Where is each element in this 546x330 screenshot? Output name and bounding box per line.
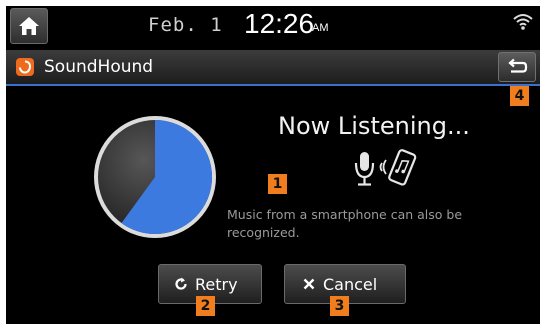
status-ampm: AM (312, 22, 329, 34)
callout-badge-3: 3 (330, 296, 349, 316)
app-name: SoundHound (44, 57, 154, 77)
soundhound-logo-icon (16, 58, 34, 76)
home-icon (19, 17, 39, 35)
listening-title: Now Listening... (278, 112, 470, 140)
sound-waves-icon (379, 159, 387, 175)
cancel-label: Cancel (323, 275, 378, 294)
home-button[interactable] (10, 8, 48, 44)
callout-badge-1: 1 (268, 174, 287, 194)
retry-icon (175, 277, 187, 290)
app-title-bar: SoundHound (6, 50, 540, 86)
listening-info-text: Music from a smartphone can also be reco… (227, 207, 463, 240)
status-date: Feb. 1 (148, 14, 223, 36)
back-button[interactable] (498, 52, 536, 82)
listening-progress-pie (94, 116, 216, 238)
callout-badge-2: 2 (196, 296, 215, 316)
status-bar: Feb. 1 12:26 AM (6, 6, 540, 50)
smartphone-icon (388, 149, 417, 186)
retry-label: Retry (195, 275, 238, 294)
status-time: 12:26 (244, 8, 315, 39)
back-arrow-icon (508, 58, 528, 73)
mic-phone-illustration (354, 149, 417, 186)
screen: Feb. 1 12:26 AM SoundHound Now Listening… (6, 6, 540, 324)
wifi-icon (513, 14, 533, 30)
microphone-icon (354, 152, 375, 186)
callout-badge-4: 4 (510, 86, 529, 106)
close-icon (303, 278, 315, 290)
